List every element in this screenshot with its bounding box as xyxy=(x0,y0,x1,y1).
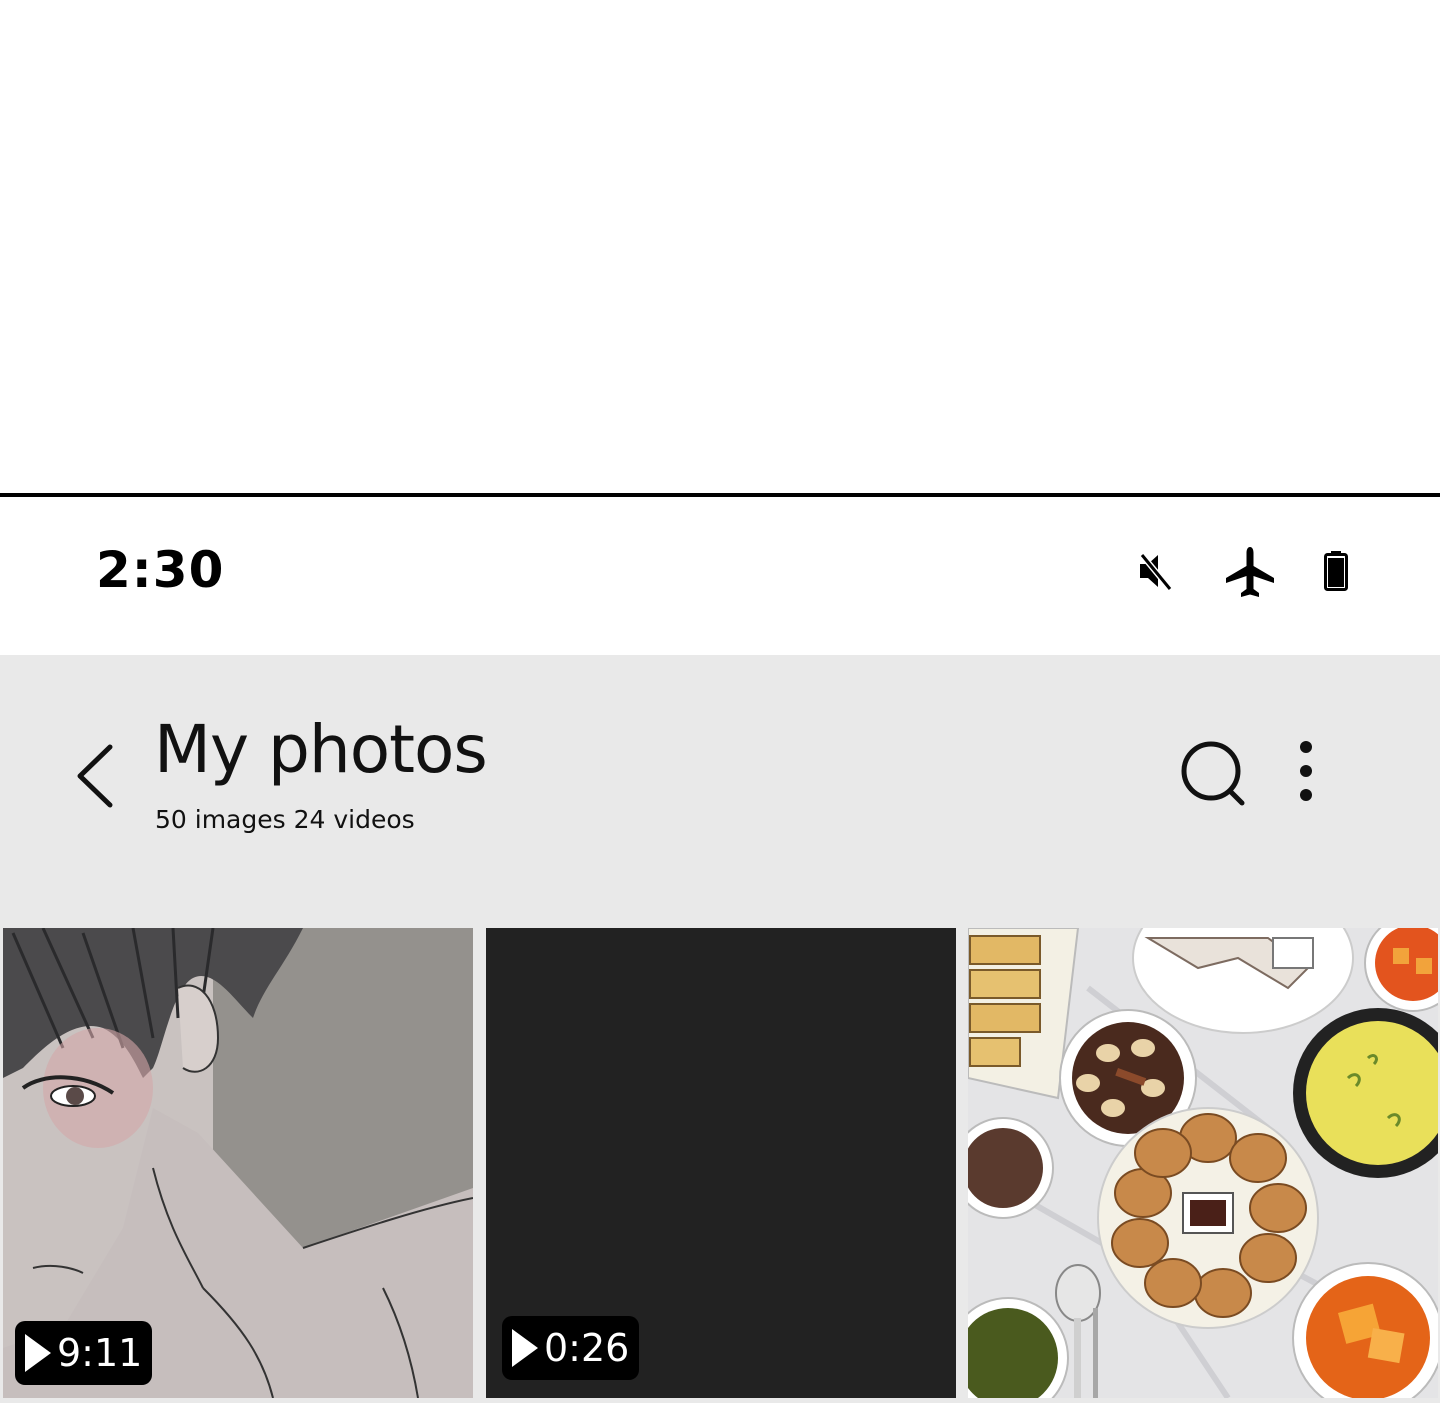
video-duration: 0:26 xyxy=(544,1326,630,1370)
video-duration-badge: 9:11 xyxy=(15,1321,153,1385)
page-title: My photos xyxy=(154,711,488,788)
play-icon xyxy=(512,1329,538,1367)
chevron-left-icon xyxy=(77,744,113,808)
video-duration-badge: 0:26 xyxy=(502,1316,640,1380)
status-time: 2:30 xyxy=(96,541,225,599)
mute-icon xyxy=(1136,549,1176,598)
search-button[interactable] xyxy=(1178,739,1248,809)
back-button[interactable] xyxy=(66,739,126,809)
more-vertical-icon xyxy=(1300,741,1312,801)
grid-item-video-2[interactable]: 0:26 xyxy=(486,928,956,1398)
airplane-mode-icon xyxy=(1222,545,1278,606)
grid-item-video-1[interactable]: 9:11 xyxy=(3,928,473,1398)
app-header: My photos 50 images 24 videos xyxy=(0,655,1440,925)
media-count: 50 images 24 videos xyxy=(155,805,415,834)
play-icon xyxy=(25,1334,51,1372)
photo-grid: 9:11 0:26 xyxy=(0,925,1440,1403)
search-icon xyxy=(1181,741,1245,806)
battery-icon xyxy=(1324,551,1348,596)
more-options-button[interactable] xyxy=(1286,739,1326,809)
video-duration: 9:11 xyxy=(57,1331,143,1375)
grid-item-image-3[interactable] xyxy=(968,928,1438,1398)
status-bar: 2:30 xyxy=(0,497,1440,655)
thumbnail-food-table xyxy=(968,928,1438,1398)
blank-area xyxy=(0,0,1440,493)
